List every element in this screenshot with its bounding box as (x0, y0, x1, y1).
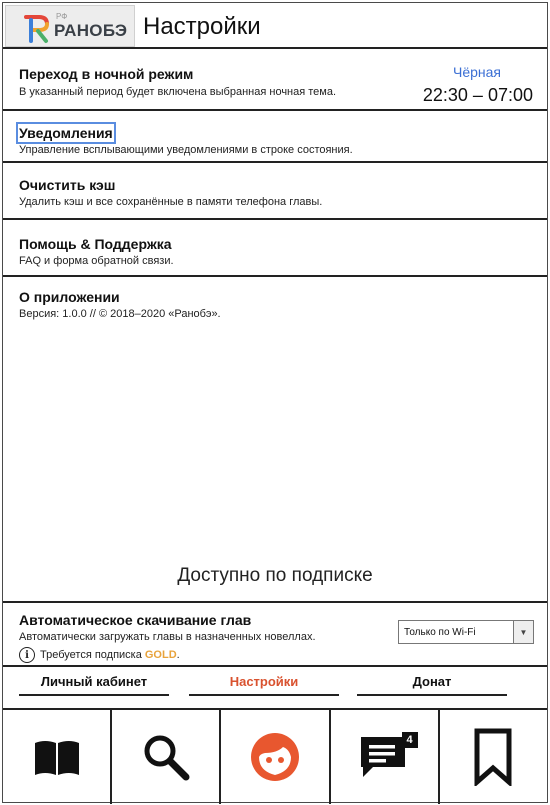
setting-night-mode[interactable]: Переход в ночной режим В указанный перио… (3, 51, 547, 111)
setting-subtitle: В указанный период будет включена выбран… (19, 86, 337, 98)
setting-title: Помощь & Поддержка (19, 236, 172, 252)
nav-messages[interactable]: 4 (331, 710, 440, 804)
gold-label: GOLD (144, 649, 177, 661)
nav-profile[interactable] (221, 710, 331, 804)
note-text: Требуется подписка (40, 649, 142, 661)
info-icon: i (19, 647, 35, 663)
setting-title: О приложении (19, 289, 120, 305)
setting-clear-cache[interactable]: Очистить кэш Удалить кэш и все сохранённ… (3, 165, 547, 220)
app-header: РФ РАНОБЭ Настройки (3, 3, 547, 49)
messages-badge: 4 (401, 732, 418, 748)
bookmark-icon (474, 728, 512, 786)
nav-bookmarks[interactable] (440, 710, 547, 804)
setting-subtitle: Версия: 1.0.0 // © 2018–2020 «Ранобэ». (19, 308, 221, 320)
search-icon (144, 735, 190, 781)
setting-title: Очистить кэш (19, 177, 116, 193)
nav-search[interactable] (112, 710, 222, 804)
bottom-nav: 4 (3, 708, 547, 804)
setting-subtitle: Автоматически загружать главы в назначен… (19, 631, 316, 643)
book-icon (34, 741, 79, 775)
app-frame: РФ РАНОБЭ Настройки Переход в ночной реж… (2, 2, 548, 804)
subscription-note: i Требуется подписка GOLD . (19, 647, 180, 663)
setting-help-support[interactable]: Помощь & Поддержка FAQ и форма обратной … (3, 222, 547, 277)
tab-account[interactable]: Личный кабинет (19, 674, 169, 696)
setting-notifications[interactable]: Уведомления Управление всплывающими увед… (3, 113, 547, 163)
setting-subtitle: Управление всплывающими уведомлениями в … (19, 144, 353, 156)
logo-text: РАНОБЭ (54, 21, 128, 40)
page-title: Настройки (143, 13, 261, 40)
setting-auto-download: Автоматическое скачивание глав Автоматич… (3, 601, 547, 667)
tab-donate[interactable]: Донат (357, 674, 507, 696)
setting-subtitle: Удалить кэш и все сохранённые в памяти т… (19, 196, 323, 208)
setting-subtitle: FAQ и форма обратной связи. (19, 255, 174, 267)
setting-title: Уведомления (16, 122, 116, 144)
subscription-heading: Доступно по подписке (177, 565, 373, 586)
select-value: Только по Wi-Fi (404, 626, 476, 638)
tab-settings[interactable]: Настройки (189, 674, 339, 696)
setting-about[interactable]: О приложении Версия: 1.0.0 // © 2018–202… (3, 279, 547, 329)
setting-title: Автоматическое скачивание глав (19, 612, 252, 628)
logo-prefix: РФ (56, 12, 68, 21)
note-end: . (176, 649, 180, 661)
chevron-down-icon[interactable]: ▼ (513, 621, 533, 643)
nav-library[interactable] (3, 710, 113, 804)
night-time-range[interactable]: 22:30 – 07:00 (423, 85, 533, 106)
ranobe-logo-icon (24, 15, 49, 43)
logo[interactable]: РФ РАНОБЭ (5, 5, 135, 47)
setting-title: Переход в ночной режим (19, 66, 194, 82)
profile-face-icon (251, 733, 299, 781)
night-theme-value[interactable]: Чёрная (453, 64, 501, 80)
download-mode-select[interactable]: Только по Wi-Fi ▼ (398, 620, 534, 644)
